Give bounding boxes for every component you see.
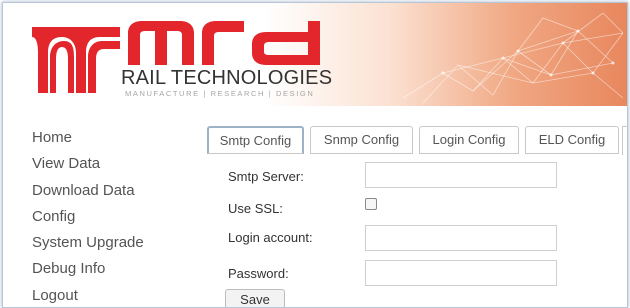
header-banner: RAIL TECHNOLOGIES MANUFACTURE | RESEARCH… <box>3 3 627 106</box>
smtp-server-label: Smtp Server: <box>228 169 304 184</box>
save-button[interactable]: Save <box>225 289 285 307</box>
app-window: RAIL TECHNOLOGIES MANUFACTURE | RESEARCH… <box>2 2 628 308</box>
sidebar-item-home[interactable]: Home <box>32 125 202 151</box>
config-tabs: Smtp Config Snmp Config Login Config ELD… <box>204 123 627 155</box>
sidebar-nav: Home View Data Download Data Config Syst… <box>32 125 202 307</box>
sidebar-item-debug-info[interactable]: Debug Info <box>32 256 202 282</box>
tab-eld-config[interactable]: ELD Config <box>525 126 619 154</box>
brand-tagline: MANUFACTURE | RESEARCH | DESIGN <box>125 89 315 98</box>
tab-overflow-edge <box>622 126 627 155</box>
login-account-label: Login account: <box>228 230 313 245</box>
password-label: Password: <box>228 266 289 281</box>
mrd-rail-logo-icon <box>32 27 120 93</box>
tab-smtp-config[interactable]: Smtp Config <box>207 126 304 154</box>
sidebar-item-logout[interactable]: Logout <box>32 283 202 307</box>
sidebar-item-system-upgrade[interactable]: System Upgrade <box>32 230 202 256</box>
login-account-input[interactable] <box>365 225 557 251</box>
tab-login-config[interactable]: Login Config <box>419 126 519 154</box>
sidebar-item-download-data[interactable]: Download Data <box>32 178 202 204</box>
brand-subtitle: RAIL TECHNOLOGIES <box>121 67 333 89</box>
tab-snmp-config[interactable]: Snmp Config <box>310 126 413 154</box>
use-ssl-label: Use SSL: <box>228 201 283 216</box>
sidebar-item-config[interactable]: Config <box>32 204 202 230</box>
password-input[interactable] <box>365 260 557 286</box>
smtp-server-input[interactable] <box>365 162 557 188</box>
use-ssl-checkbox[interactable] <box>365 198 377 210</box>
mrd-wordmark-icon <box>128 21 320 65</box>
sidebar-item-view-data[interactable]: View Data <box>32 151 202 177</box>
